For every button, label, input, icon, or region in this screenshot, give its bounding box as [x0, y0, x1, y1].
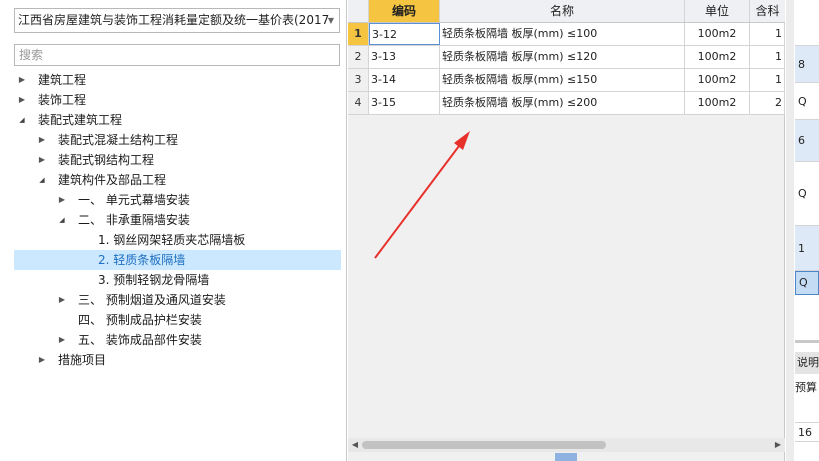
panel-divider[interactable]	[795, 340, 819, 343]
qty-cell[interactable]: 1	[750, 23, 785, 45]
detail-cell[interactable]: Q	[795, 162, 819, 226]
code-cell[interactable]: 3-15	[369, 92, 440, 114]
table-row[interactable]: 1 3-12 轻质条板隔墙 板厚(mm) ≤100 100m2 1	[348, 23, 785, 46]
row-number[interactable]: 4	[348, 92, 369, 114]
detail-cell[interactable]: 1	[795, 226, 819, 271]
tab-notes[interactable]: 说明	[795, 352, 819, 374]
table-row[interactable]: 4 3-15 轻质条板隔墙 板厚(mm) ≤200 100m2 2	[348, 92, 785, 115]
detail-cell[interactable]: 8	[795, 46, 819, 83]
table-row[interactable]: 2 3-13 轻质条板隔墙 板厚(mm) ≤120 100m2 1	[348, 46, 785, 69]
header-corner	[348, 0, 369, 22]
tree-node-label: 装饰工程	[38, 93, 87, 107]
detail-cell	[795, 23, 819, 46]
collapsed-arrow-icon[interactable]: ▶	[16, 70, 28, 90]
unit-cell[interactable]: 100m2	[685, 69, 750, 91]
vertical-scrollbar[interactable]	[786, 0, 794, 461]
quota-tree-panel: 江西省房屋建筑与装饰工程消耗量定额及统一基价表(2017 ▼ ▶ 建筑工程 ▶ 装饰工…	[0, 0, 347, 461]
tree-node-label: 二、 非承重隔墙安装	[78, 213, 190, 227]
splitter-handle[interactable]	[555, 453, 577, 461]
collapsed-arrow-icon[interactable]: ▶	[56, 190, 68, 210]
quota-grid: 编码 名称 单位 含科 1 3-12 轻质条板隔墙 板厚(mm) ≤100 100m2…	[348, 0, 785, 115]
tree-node-label: 一、 单元式幕墙安装	[78, 193, 190, 207]
quota-library-value: 江西省房屋建筑与装饰工程消耗量定额及统一基价表(2017	[18, 13, 330, 27]
row-number[interactable]: 2	[348, 46, 369, 68]
qty-cell[interactable]: 1	[750, 69, 785, 91]
grid-header: 编码 名称 单位 含科	[348, 0, 785, 23]
tree-node[interactable]: ▶ 措施项目	[14, 350, 341, 370]
tree-node-label: 装配式建筑工程	[38, 113, 123, 127]
detail-cell[interactable]: Q	[795, 83, 819, 120]
tree-node-label: 3. 预制轻钢龙骨隔墙	[98, 273, 210, 287]
code-cell[interactable]: 3-13	[369, 46, 440, 68]
unit-cell[interactable]: 100m2	[685, 92, 750, 114]
tree-node-label: 装配式钢结构工程	[58, 153, 155, 167]
tree-node[interactable]: ▶ 装饰工程	[14, 90, 341, 110]
collapsed-arrow-icon[interactable]: ▶	[56, 290, 68, 310]
collapsed-arrow-icon[interactable]: ▶	[36, 130, 48, 150]
search-input[interactable]	[15, 45, 339, 65]
tree-node-label: 建筑工程	[38, 73, 87, 87]
tree-node[interactable]: ◢ 装配式建筑工程	[14, 110, 341, 130]
unit-cell[interactable]: 100m2	[685, 23, 750, 45]
tree-node-label: 建筑构件及部品工程	[58, 173, 167, 187]
tree-node[interactable]: ▶ 三、 预制烟道及通风道安装	[14, 290, 341, 310]
row-number[interactable]: 1	[348, 23, 369, 45]
search-field[interactable]	[14, 44, 340, 66]
scroll-left-icon[interactable]: ◀	[348, 438, 362, 452]
row-number[interactable]: 3	[348, 69, 369, 91]
chevron-down-icon[interactable]: ▼	[328, 9, 334, 32]
tree-node[interactable]: 2. 轻质条板隔墙	[14, 250, 341, 270]
tree-node[interactable]: ▶ 建筑工程	[14, 70, 341, 90]
tree-node[interactable]: 四、 预制成品护栏安装	[14, 310, 341, 330]
quota-list-panel: 编码 名称 单位 含科 1 3-12 轻质条板隔墙 板厚(mm) ≤100 100m2…	[348, 0, 785, 461]
detail-panel: 8 Q 6 Q 1 Q 说明 预算 16	[786, 0, 819, 461]
header-unit[interactable]: 单位	[685, 0, 750, 22]
scroll-thumb[interactable]	[362, 441, 606, 449]
detail-cell-selected[interactable]: Q	[795, 271, 819, 295]
tree-node[interactable]: 1. 钢丝网架轻质夹芯隔墙板	[14, 230, 341, 250]
tree-node-label: 措施项目	[58, 353, 107, 367]
horizontal-scrollbar[interactable]: ◀ ▶	[348, 438, 785, 452]
name-cell[interactable]: 轻质条板隔墙 板厚(mm) ≤100	[440, 23, 685, 45]
tree-node-label: 五、 装饰成品部件安装	[78, 333, 202, 347]
detail-cell[interactable]: 6	[795, 120, 819, 162]
header-code[interactable]: 编码	[369, 0, 440, 22]
name-cell[interactable]: 轻质条板隔墙 板厚(mm) ≤120	[440, 46, 685, 68]
name-cell[interactable]: 轻质条板隔墙 板厚(mm) ≤200	[440, 92, 685, 114]
header-name[interactable]: 名称	[440, 0, 685, 22]
tree-node[interactable]: ▶ 装配式钢结构工程	[14, 150, 341, 170]
name-cell[interactable]: 轻质条板隔墙 板厚(mm) ≤150	[440, 69, 685, 91]
collapsed-arrow-icon[interactable]: ▶	[56, 330, 68, 350]
grid-body: 1 3-12 轻质条板隔墙 板厚(mm) ≤100 100m2 1 2 3-13 轻质条板隔墙…	[348, 23, 785, 115]
tree-node[interactable]: ▶ 一、 单元式幕墙安装	[14, 190, 341, 210]
scroll-right-icon[interactable]: ▶	[771, 438, 785, 452]
header-qty[interactable]: 含科	[750, 0, 785, 22]
code-cell[interactable]: 3-12	[369, 23, 440, 45]
code-cell[interactable]: 3-14	[369, 69, 440, 91]
expanded-arrow-icon[interactable]: ◢	[16, 110, 28, 130]
tree-node[interactable]: ▶ 五、 装饰成品部件安装	[14, 330, 341, 350]
tree-node-label: 四、 预制成品护栏安装	[78, 313, 202, 327]
tree-node-label: 装配式混凝土结构工程	[58, 133, 179, 147]
tree-node[interactable]: 3. 预制轻钢龙骨隔墙	[14, 270, 341, 290]
collapsed-arrow-icon[interactable]: ▶	[36, 150, 48, 170]
table-row[interactable]: 3 3-14 轻质条板隔墙 板厚(mm) ≤150 100m2 1	[348, 69, 785, 92]
expanded-arrow-icon[interactable]: ◢	[56, 210, 68, 230]
budget-label: 预算	[795, 381, 817, 394]
tree-node-label: 1. 钢丝网架轻质夹芯隔墙板	[98, 233, 246, 247]
collapsed-arrow-icon[interactable]: ▶	[36, 350, 48, 370]
detail-value: 16	[795, 422, 819, 442]
quota-library-select[interactable]: 江西省房屋建筑与装饰工程消耗量定额及统一基价表(2017 ▼	[14, 8, 340, 33]
tree-node[interactable]: ▶ 装配式混凝土结构工程	[14, 130, 341, 150]
tree-node-label: 2. 轻质条板隔墙	[98, 253, 186, 267]
chapter-tree: ▶ 建筑工程 ▶ 装饰工程 ◢ 装配式建筑工程 ▶ 装配式混凝土结构工程 ▶ 装配式钢结构工程 ◢ 建…	[14, 70, 341, 370]
qty-cell[interactable]: 1	[750, 46, 785, 68]
expanded-arrow-icon[interactable]: ◢	[36, 170, 48, 190]
tree-node-label: 三、 预制烟道及通风道安装	[78, 293, 226, 307]
tree-node[interactable]: ◢ 建筑构件及部品工程	[14, 170, 341, 190]
unit-cell[interactable]: 100m2	[685, 46, 750, 68]
collapsed-arrow-icon[interactable]: ▶	[16, 90, 28, 110]
tree-node[interactable]: ◢ 二、 非承重隔墙安装	[14, 210, 341, 230]
qty-cell[interactable]: 2	[750, 92, 785, 114]
